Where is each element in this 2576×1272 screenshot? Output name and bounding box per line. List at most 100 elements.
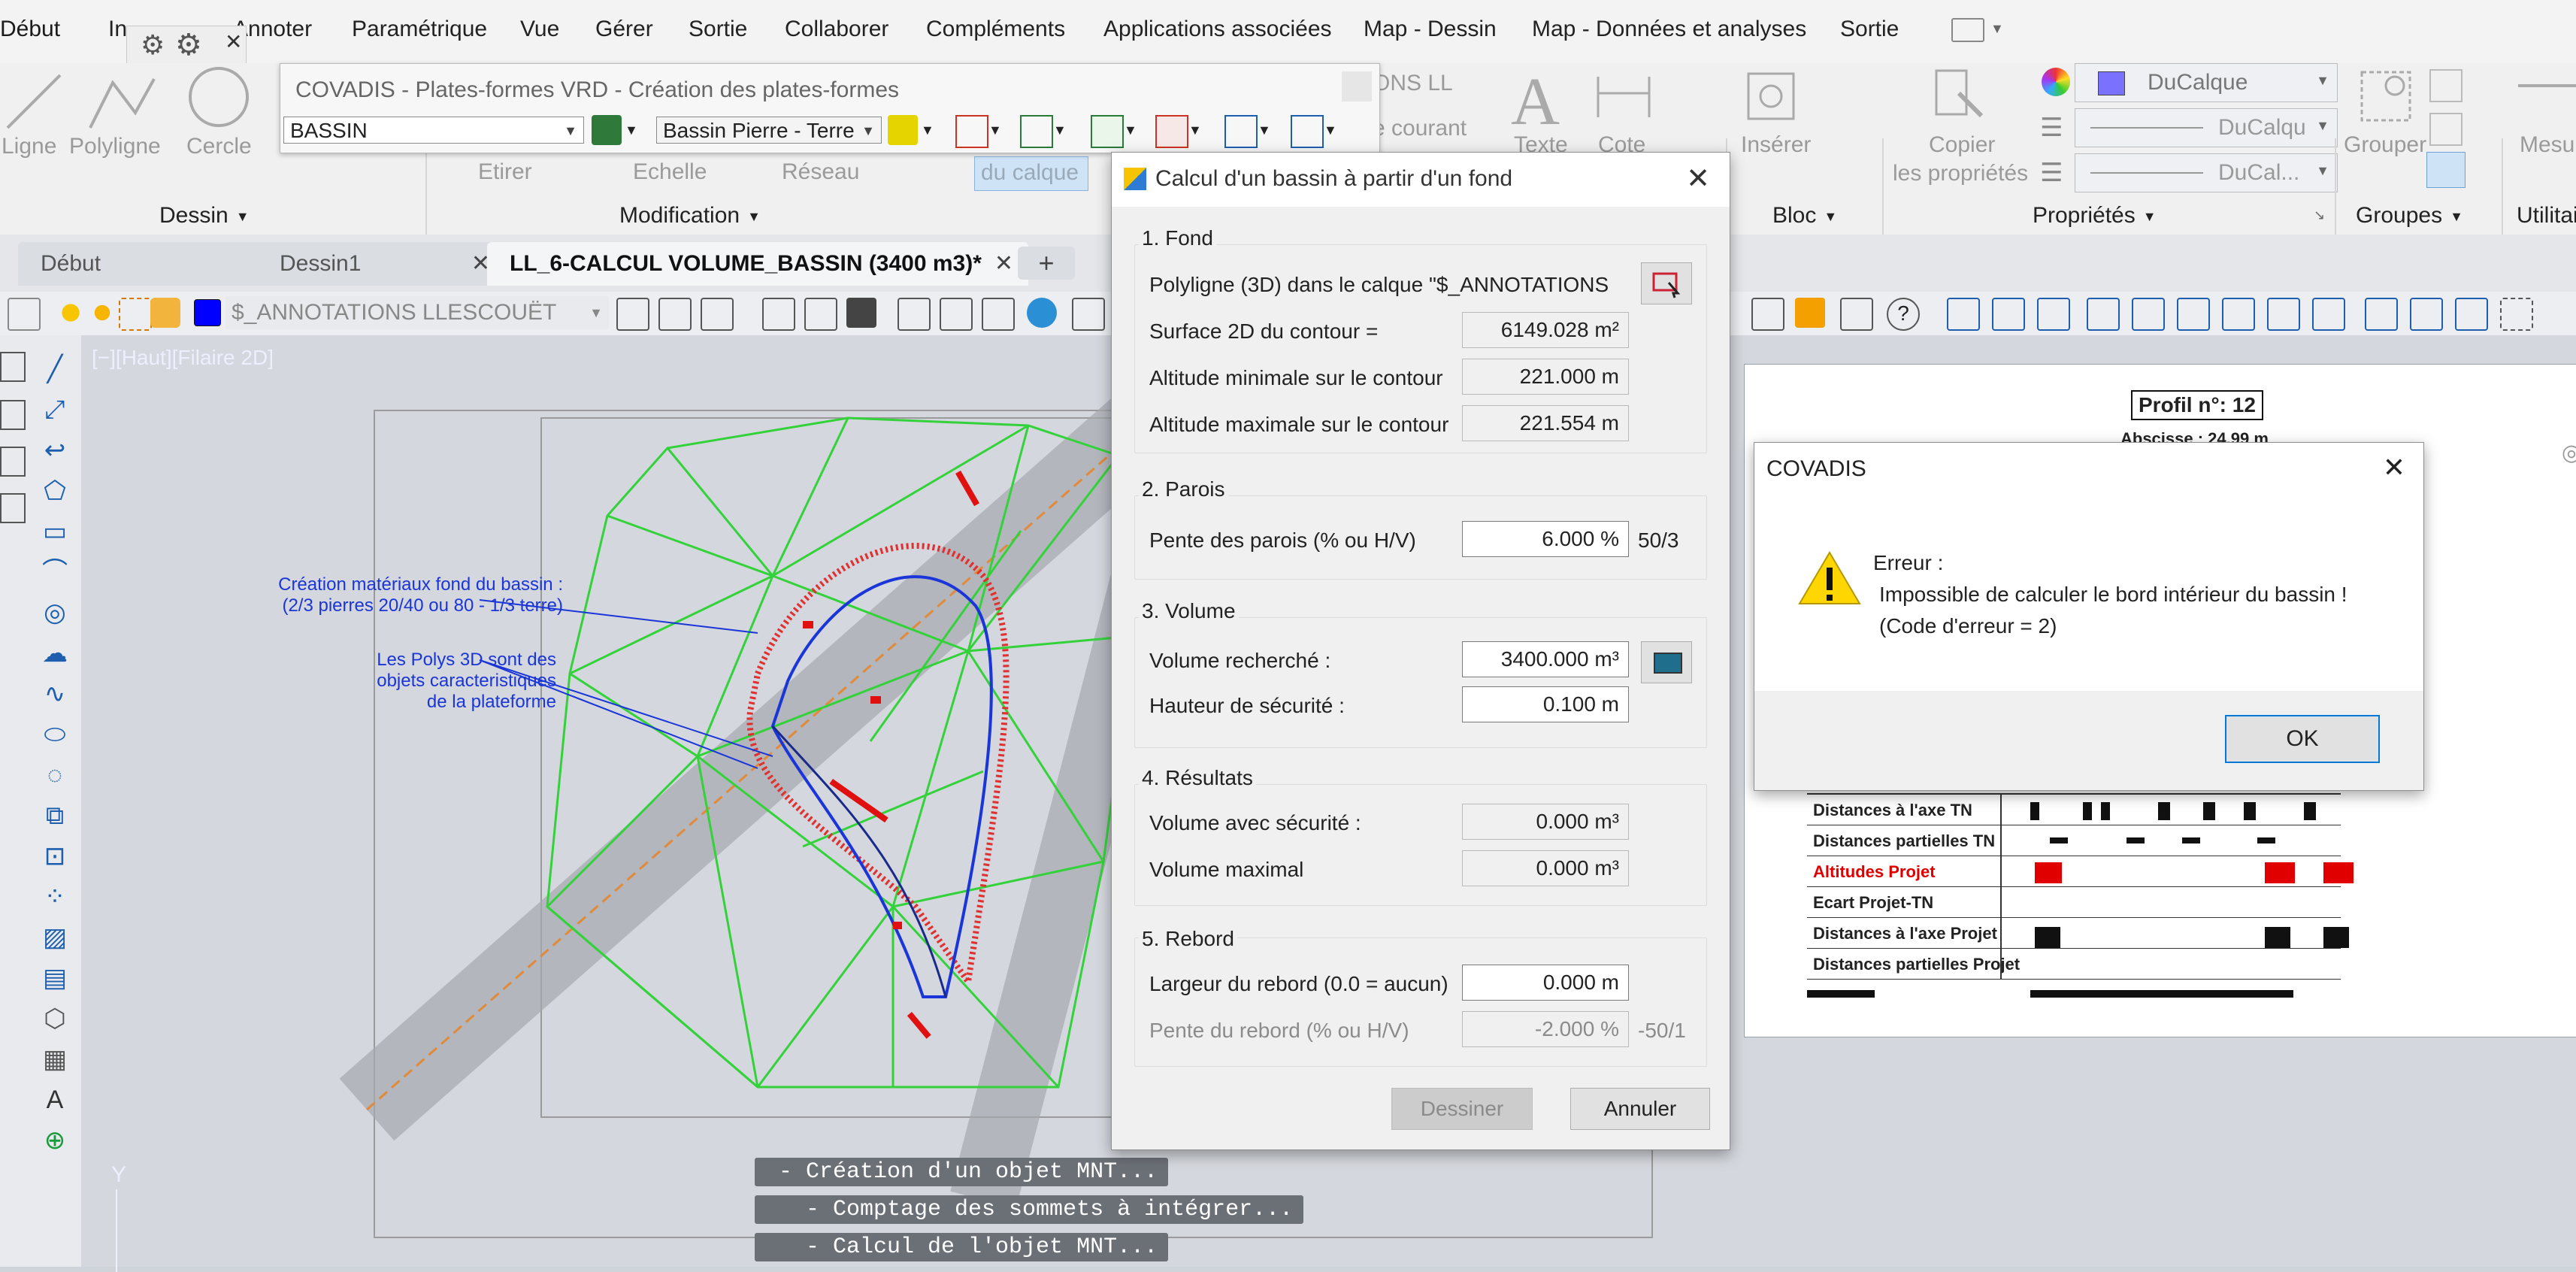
match-properties-icon[interactable] [1929,63,1989,123]
chevron-down-icon[interactable]: ▼ [625,123,638,138]
ucs-3point-icon[interactable] [2312,298,2345,331]
tab-gerer[interactable]: Gérer [595,17,653,42]
ucs-world-icon[interactable] [1992,298,2025,331]
cut-icon[interactable] [1072,298,1105,331]
tab-debut[interactable]: Début [0,17,60,42]
insert-block-icon[interactable]: ⧉ [39,800,71,831]
tab-vue[interactable]: Vue [520,17,559,42]
measure-label[interactable]: Mesurer [2520,132,2576,158]
panel-launcher-icon[interactable]: ↘ [2314,207,2325,223]
doc-tab-bassin[interactable]: LL_6-CALCUL VOLUME_BASSIN (3400 m3)* ✕ [487,242,1028,286]
layer-panel-icon[interactable] [0,352,26,382]
print-icon[interactable] [898,298,931,331]
ucs-previous-icon[interactable] [2037,298,2070,331]
rim-width-input[interactable]: 0.000 m [1462,965,1629,1001]
line-icon[interactable]: ╱ [39,353,71,385]
panel-groupes[interactable]: Groupes ▼ [2356,203,2463,229]
arc-icon[interactable]: ⌒ [39,556,71,588]
group-label[interactable]: Grouper [2344,132,2426,158]
clipboard-icon[interactable] [0,447,26,477]
ucs-object-icon[interactable] [2132,298,2165,331]
ucs-zaxis-icon[interactable] [2267,298,2300,331]
array-tool-label[interactable]: Réseau [782,159,859,185]
tab-sortie[interactable]: Sortie [689,17,747,42]
construction-line-icon[interactable]: ⤢ [39,394,71,426]
tab-collaborer[interactable]: Collaborer [785,17,888,42]
measure-icon[interactable] [2518,84,2576,87]
polyline-tool-label[interactable]: Polyligne [69,134,161,159]
chevron-down-icon[interactable]: ▼ [1124,123,1137,138]
save-icon[interactable] [846,298,876,328]
new-tab-button[interactable]: + [1018,247,1075,280]
text-tool-icon[interactable]: A [1511,63,1560,141]
insert-block-icon[interactable] [1741,66,1801,126]
chevron-down-icon[interactable]: ▼ [1258,123,1271,138]
volume-calculator-button[interactable] [1641,641,1692,683]
panel-proprietes[interactable]: Propriétés ▼ [2033,203,2157,229]
safety-height-input[interactable]: 0.100 m [1462,686,1629,722]
close-icon[interactable]: ✕ [2383,452,2405,483]
layer-select[interactable]: $_ANNOTATIONS LLESCOUËT ▼ [226,296,609,329]
platform-select[interactable]: BASSIN ▼ [283,117,584,144]
sun-icon[interactable] [87,298,117,328]
stretch-tool-label[interactable]: Etirer [478,159,532,185]
properties-panel-icon[interactable] [0,400,26,430]
chevron-down-icon[interactable]: ▼ [921,123,934,138]
circle-icon[interactable]: ◎ [39,597,71,628]
rectangle-icon[interactable]: ▭ [39,516,71,547]
basin-type-select[interactable]: Bassin Pierre - Terre ▼ [656,117,882,144]
polygon-icon[interactable]: ⬠ [39,475,71,507]
panel-bloc[interactable]: Bloc ▼ [1772,203,1837,229]
region-icon[interactable]: ⬡ [39,1003,71,1034]
close-icon[interactable]: ✕ [225,29,242,54]
table-icon[interactable]: ▦ [39,1043,71,1075]
ok-button[interactable]: OK [2225,715,2380,763]
basin-tool-icon[interactable] [888,115,918,145]
report-tool-icon[interactable] [1291,115,1324,148]
doc-tab-dessin1[interactable]: Dessin1 ✕ [257,242,505,286]
linetype-select[interactable]: DuCal... ▼ [2075,153,2338,192]
chevron-down-icon[interactable]: ▼ [1990,21,2004,37]
ucs-x-icon[interactable] [2365,298,2398,331]
color-wheel-icon[interactable] [2042,68,2070,96]
layer-walk-icon[interactable] [616,298,649,331]
group-select-toggle[interactable] [2426,152,2466,188]
line-tool-label[interactable]: Ligne [2,134,56,159]
layer-match-icon[interactable] [658,298,692,331]
color-select[interactable]: DuCalque ▼ [2075,63,2338,102]
insert-label[interactable]: Insérer [1741,132,1811,158]
point-icon[interactable]: ⁘ [39,881,71,913]
gear-icon[interactable]: ⚙ [175,28,202,62]
make-block-icon[interactable]: ⊡ [39,840,71,872]
doc-tab-debut[interactable]: Début [18,242,266,286]
layer-properties-icon[interactable] [8,298,41,331]
gear-icon[interactable]: ⚙ [141,29,165,61]
ungroup-icon[interactable] [2429,69,2462,102]
close-icon[interactable]: ✕ [1686,162,1710,195]
scale-tool-label[interactable]: Echelle [633,159,707,185]
bulb-icon[interactable] [56,298,86,328]
lineweight-select[interactable]: DuCalqu ▼ [2075,108,2338,147]
circle-tool-icon[interactable] [185,63,253,131]
freeze-icon[interactable] [119,298,152,331]
gradient-icon[interactable]: ▤ [39,962,71,994]
dimension-tool-icon[interactable] [1594,71,1654,123]
panel-dessin[interactable]: Dessin ▼ [159,203,250,229]
table-tool-icon[interactable] [1224,115,1258,148]
tab-inserer[interactable]: In [108,17,127,42]
print-preview-icon[interactable] [940,298,973,331]
calc-tool-icon[interactable] [1155,115,1188,148]
chevron-down-icon[interactable]: ▼ [1053,123,1067,138]
tab-map-dessin[interactable]: Map - Dessin [1364,17,1497,42]
polyline-icon[interactable]: ↩ [39,435,71,466]
tab-map-donnees[interactable]: Map - Données et analyses [1532,17,1806,42]
draw-button[interactable]: Dessiner [1391,1088,1533,1130]
add-selected-icon[interactable]: ⊕ [39,1125,71,1156]
wall-slope-input[interactable]: 6.000 % [1462,521,1629,557]
help-icon[interactable]: ? [1887,298,1920,331]
ucs-origin-icon[interactable] [2222,298,2255,331]
layer-color-swatch[interactable] [194,299,221,326]
chevron-down-icon[interactable]: ▼ [988,123,1002,138]
tab-sortie-2[interactable]: Sortie [1840,17,1899,42]
tab-complements[interactable]: Compléments [926,17,1065,42]
